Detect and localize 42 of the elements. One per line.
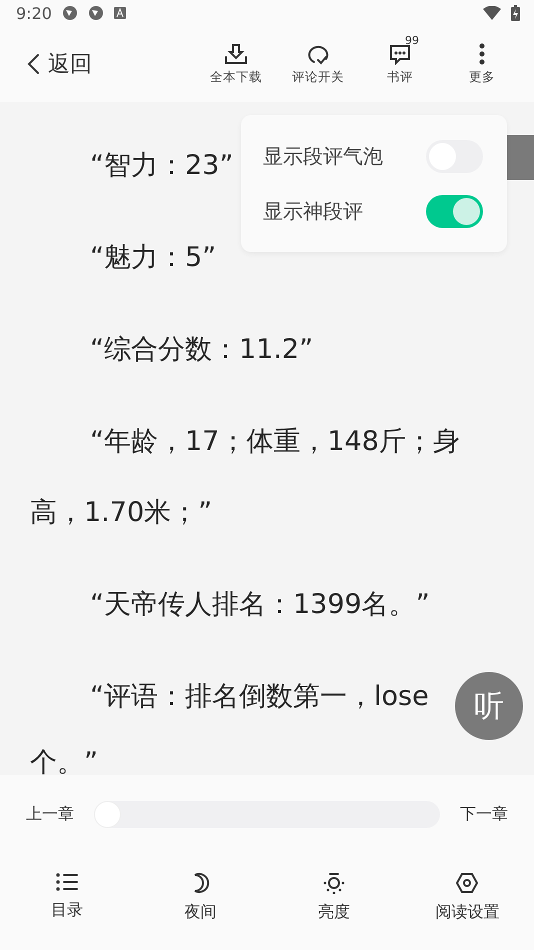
paragraph-text: “综合分数：11.2” (89, 333, 314, 367)
list-icon (56, 872, 78, 892)
wifi-icon (483, 6, 501, 20)
tab-label: 亮度 (318, 902, 350, 923)
download-icon (224, 42, 248, 64)
toolbar-label: 更多 (469, 68, 495, 86)
toolbar-button[interactable]: 评论开关 (280, 32, 356, 86)
toggle-switch[interactable] (426, 194, 483, 228)
bottom-tab[interactable]: 亮度 (267, 872, 400, 923)
paragraph-text: “年龄，17；体重，148斤；身高，1.70米；” (30, 425, 461, 530)
paragraph-text: “评语：排名倒数第一，lose (89, 680, 429, 714)
toolbar-label: 全本下载 (210, 68, 262, 86)
toolbar-button[interactable]: 更多 (444, 32, 520, 86)
paragraph-text: “天帝传人排名：1399名。” (89, 588, 430, 622)
paragraph-text: “魅力：5” (89, 241, 216, 275)
tab-label: 夜间 (184, 902, 216, 923)
back-button[interactable]: 返回 (26, 49, 92, 79)
bottom-tab[interactable]: 目录 (0, 872, 134, 923)
toolbar-label: 书评 (387, 68, 413, 86)
settings-icon (455, 872, 480, 894)
battery-icon (511, 5, 520, 21)
scrollbar-thumb[interactable] (507, 135, 534, 180)
message-icon (388, 42, 412, 64)
tab-label: 阅读设置 (435, 902, 500, 923)
bottom-tab[interactable]: 阅读设置 (400, 872, 534, 923)
toolbar-label: 评论开关 (292, 68, 344, 86)
toggle-label: 显示神段评 (263, 198, 363, 224)
more-icon (479, 42, 485, 64)
paragraph-text: “智力：23” (89, 149, 234, 183)
previous-chapter-link[interactable]: 上一章 (26, 804, 74, 825)
chevron-left-icon (26, 53, 40, 75)
next-chapter-link[interactable]: 下一章 (460, 804, 508, 825)
toolbar-button[interactable]: 99 书评 (362, 32, 438, 86)
bulb-icon (322, 872, 345, 894)
tab-label: 目录 (50, 900, 83, 921)
count-label: 99 (405, 34, 419, 46)
bottom-tab[interactable]: 夜间 (134, 872, 267, 923)
status-time: 9:20 (16, 4, 52, 22)
toolbar-button[interactable]: 全本下载 (198, 32, 274, 86)
keyboard-icon (114, 7, 126, 19)
toggle-label: 显示段评气泡 (263, 142, 383, 170)
paragraph-text: 个。” (30, 746, 98, 775)
